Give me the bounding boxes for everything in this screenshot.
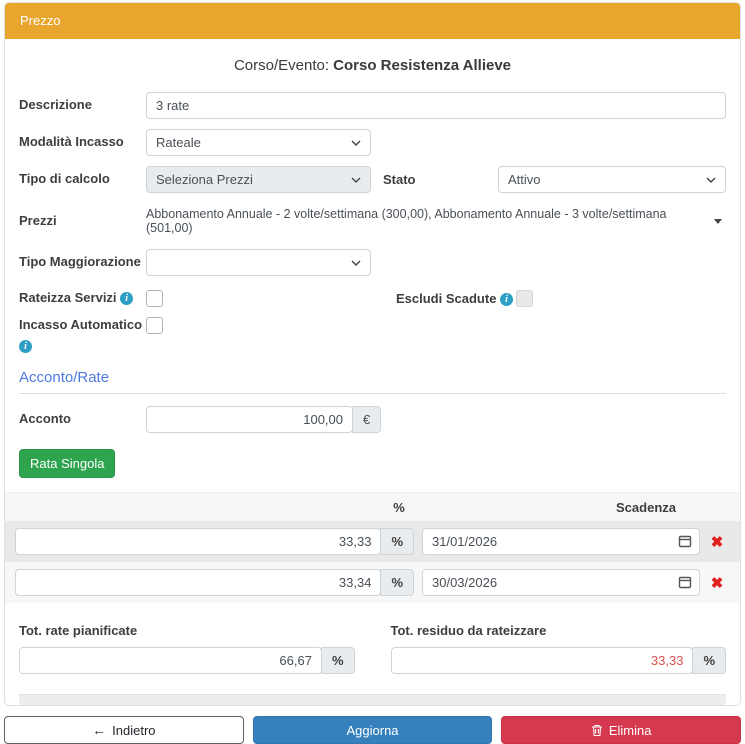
rate-table-header: % Scadenza	[5, 493, 740, 521]
percent-suffix: %	[692, 647, 726, 674]
modalita-incasso-value: Rateale	[156, 135, 345, 150]
percent-suffix: %	[380, 528, 414, 555]
back-arrow-icon: ←	[92, 722, 106, 738]
delete-row-button[interactable]: ✖	[704, 573, 730, 593]
prezzi-row: Prezzi Abbonamento Annuale - 2 volte/set…	[19, 207, 726, 235]
percent-suffix: %	[321, 647, 355, 674]
chevron-down-icon	[351, 177, 361, 183]
rateizza-servizi-label: Rateizza Servizi i	[19, 290, 146, 306]
tot-rate-pianificate: Tot. rate pianificate %	[19, 623, 355, 674]
caret-down-icon	[714, 219, 722, 224]
stato-label: Stato	[383, 172, 498, 187]
rate-date-field	[422, 569, 700, 596]
descrizione-row: Descrizione	[19, 92, 726, 119]
modalita-incasso-label: Modalità Incasso	[19, 134, 146, 150]
rate-percent-input[interactable]	[15, 528, 381, 555]
chevron-down-icon	[706, 177, 716, 183]
info-icon[interactable]: i	[120, 292, 133, 305]
tot-pianificate-input	[19, 647, 322, 674]
modalita-incasso-select[interactable]: Rateale	[146, 129, 371, 156]
acconto-label: Acconto	[19, 411, 146, 427]
indietro-label: Indietro	[112, 723, 155, 738]
rateizza-servizi-checkbox[interactable]	[146, 290, 163, 307]
rate-row: % ✖	[5, 521, 740, 562]
elimina-button[interactable]: Elimina	[501, 716, 741, 744]
scadenza-column-header: Scadenza	[416, 500, 728, 515]
page-title: Corso/Evento: Corso Resistenza Allieve	[19, 57, 726, 74]
prezzo-card: Prezzo Corso/Evento: Corso Resistenza Al…	[4, 2, 741, 706]
acconto-input[interactable]	[146, 406, 353, 433]
delete-row-button[interactable]: ✖	[704, 532, 730, 552]
footer-actions: ← Indietro Aggiorna Elimina	[4, 716, 741, 744]
prezzi-label: Prezzi	[19, 213, 146, 229]
totals-section: Tot. rate pianificate % Tot. residuo da …	[19, 603, 726, 680]
stato-select[interactable]: Attivo	[498, 166, 726, 193]
course-name: Corso Resistenza Allieve	[333, 57, 511, 74]
tipo-di-calcolo-value: Seleziona Prezzi	[156, 172, 345, 187]
rata-singola-button[interactable]: Rata Singola	[19, 449, 115, 478]
percent-suffix: %	[380, 569, 414, 596]
tipo-di-calcolo-label: Tipo di calcolo	[19, 171, 146, 187]
rateizza-servizi-row: Rateizza Servizi i Escludi Scadute i	[19, 290, 726, 307]
incasso-automatico-info: i	[19, 338, 726, 353]
chevron-down-icon	[351, 260, 361, 266]
acconto-rate-heading: Acconto/Rate	[19, 369, 726, 394]
card-bottom-strip	[19, 694, 726, 705]
rate-date-input[interactable]	[422, 528, 700, 555]
info-icon[interactable]: i	[19, 340, 32, 353]
modalita-incasso-row: Modalità Incasso Rateale	[19, 129, 726, 156]
incasso-automatico-checkbox[interactable]	[146, 317, 163, 334]
indietro-button[interactable]: ← Indietro	[4, 716, 244, 744]
rate-date-input[interactable]	[422, 569, 700, 596]
tot-residuo-input	[391, 647, 694, 674]
tot-residuo-label: Tot. residuo da rateizzare	[391, 623, 727, 638]
aggiorna-label: Aggiorna	[346, 723, 398, 738]
tot-residuo: Tot. residuo da rateizzare %	[391, 623, 727, 674]
tipo-maggiorazione-label: Tipo Maggiorazione	[19, 254, 146, 270]
escludi-scadute-checkbox	[516, 290, 533, 307]
rate-row: % ✖	[5, 562, 740, 603]
elimina-label: Elimina	[609, 723, 652, 738]
card-header-title: Prezzo	[5, 3, 740, 39]
tipo-di-calcolo-select[interactable]: Seleziona Prezzi	[146, 166, 371, 193]
chevron-down-icon	[351, 140, 361, 146]
trash-icon	[591, 724, 603, 737]
percent-column-header: %	[382, 500, 416, 515]
rate-date-field	[422, 528, 700, 555]
acconto-row: Acconto €	[19, 406, 726, 433]
aggiorna-button[interactable]: Aggiorna	[253, 716, 493, 744]
tipo-calcolo-stato-row: Tipo di calcolo Seleziona Prezzi Stato A…	[19, 166, 726, 193]
stato-value: Attivo	[508, 172, 700, 187]
tipo-maggiorazione-row: Tipo Maggiorazione	[19, 249, 726, 276]
tipo-maggiorazione-select[interactable]	[146, 249, 371, 276]
info-icon[interactable]: i	[500, 293, 513, 306]
rate-percent-input[interactable]	[15, 569, 381, 596]
descrizione-input[interactable]	[146, 92, 726, 119]
page-title-prefix: Corso/Evento:	[234, 57, 333, 74]
escludi-scadute-label: Escludi Scadute i	[396, 291, 516, 306]
incasso-automatico-label: Incasso Automatico	[19, 317, 146, 333]
tot-pianificate-label: Tot. rate pianificate	[19, 623, 355, 638]
descrizione-label: Descrizione	[19, 97, 146, 113]
rate-table: % Scadenza % ✖ % ✖	[5, 492, 740, 603]
prezzi-value: Abbonamento Annuale - 2 volte/settimana …	[146, 207, 714, 235]
incasso-automatico-row: Incasso Automatico	[19, 317, 726, 334]
prezzi-multiselect[interactable]: Abbonamento Annuale - 2 volte/settimana …	[146, 207, 726, 235]
euro-suffix: €	[352, 406, 381, 433]
